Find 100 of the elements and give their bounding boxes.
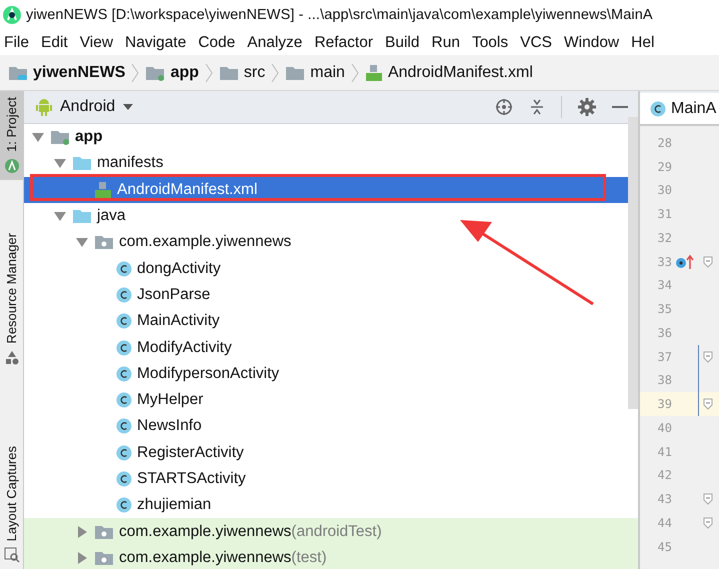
fold-marker-icon[interactable]	[703, 516, 713, 529]
manifest-file-icon	[364, 64, 383, 82]
menu-item[interactable]: View	[76, 34, 122, 52]
line-number: 43	[656, 492, 672, 506]
chevron-icon	[131, 62, 140, 82]
line-number: 39	[656, 397, 672, 412]
line-number: 37	[656, 350, 672, 364]
breadcrumb-item[interactable]: src	[218, 64, 266, 82]
window-title: yiwenNEWS [D:\workspace\yiwenNEWS] - ...\app\src\main\java\com\example\yiwennews\MainA	[26, 7, 653, 23]
class-icon	[116, 392, 132, 408]
menu-item[interactable]: Build	[381, 34, 428, 52]
class-icon	[650, 100, 666, 116]
locate-icon[interactable]	[495, 98, 513, 116]
folder-icon	[72, 155, 92, 172]
view-dropdown[interactable]: Android	[36, 98, 134, 116]
layout-inspector-icon	[4, 547, 20, 563]
class-icon	[116, 471, 132, 487]
package-icon	[94, 524, 114, 540]
tree-item[interactable]: ModifypersonActivity	[24, 360, 284, 387]
tree-item[interactable]: com.example.yiwennews	[24, 229, 296, 256]
class-icon	[116, 497, 132, 514]
android-icon	[4, 158, 20, 174]
package-icon	[94, 234, 114, 250]
class-icon	[116, 286, 132, 303]
tree-item[interactable]: java	[24, 202, 130, 230]
shapes-icon	[4, 350, 20, 366]
folder-icon	[285, 64, 306, 80]
breadcrumb-item[interactable]: app	[145, 64, 199, 82]
manifest-file-icon	[94, 180, 112, 199]
module-folder-icon	[50, 129, 70, 146]
expanded-arrow-icon[interactable]	[54, 157, 66, 170]
menu-item[interactable]: File	[0, 34, 37, 52]
android-icon	[36, 98, 52, 116]
caret-icon	[123, 104, 134, 110]
tree-item[interactable]: dongActivity	[24, 255, 225, 282]
menu-item[interactable]: Hel	[627, 34, 662, 52]
line-number: 34	[656, 278, 672, 292]
menu-item[interactable]: Run	[428, 34, 468, 52]
settings-icon[interactable]	[578, 98, 596, 116]
class-icon	[116, 444, 132, 461]
fold-marker-icon[interactable]	[703, 398, 713, 410]
breadcrumb-item[interactable]: yiwenNEWS	[8, 64, 126, 82]
tool-window-tab[interactable]: Layout Captures	[0, 440, 23, 569]
tree-item[interactable]: STARTSActivity	[24, 466, 250, 492]
chevron-icon	[204, 62, 213, 82]
menu-item[interactable]: Code	[194, 34, 244, 52]
line-number: 35	[656, 302, 672, 316]
folder-icon	[8, 64, 28, 80]
line-number: 45	[656, 540, 672, 554]
expanded-arrow-icon[interactable]	[76, 236, 88, 248]
scrollbar[interactable]	[628, 117, 638, 409]
fold-marker-icon[interactable]	[703, 256, 713, 268]
tree-item[interactable]: MyHelper	[24, 386, 208, 414]
tree-item[interactable]: NewsInfo	[24, 413, 206, 440]
tree-item[interactable]: ModifyActivity	[24, 334, 236, 361]
line-number: 44	[656, 516, 672, 530]
collapsed-arrow-icon[interactable]	[76, 552, 88, 564]
menu-item[interactable]: VCS	[516, 34, 560, 52]
chevron-icon	[350, 62, 359, 82]
line-number: 29	[656, 160, 672, 174]
line-number: 31	[656, 207, 672, 222]
line-number: 33	[656, 254, 672, 269]
tool-window-tab[interactable]: Resource Manager	[0, 227, 23, 372]
override-marker-icon[interactable]	[675, 254, 695, 270]
tree-item[interactable]: RegisterActivity	[24, 440, 248, 466]
line-number: 41	[656, 444, 672, 459]
line-number: 42	[656, 468, 672, 482]
breadcrumb-item[interactable]: main	[285, 64, 345, 82]
menu-item[interactable]: Window	[560, 34, 628, 52]
line-number: 28	[656, 136, 672, 150]
tree-item[interactable]: zhujiemian	[24, 492, 216, 518]
class-icon	[116, 366, 132, 382]
collapse-all-icon[interactable]	[529, 98, 545, 116]
folder-icon	[218, 64, 239, 80]
minimize-icon[interactable]	[612, 105, 628, 109]
menu-item[interactable]: Refactor	[310, 34, 382, 52]
package-icon	[94, 550, 114, 566]
menu-item[interactable]: Navigate	[121, 34, 194, 52]
fold-marker-icon[interactable]	[703, 493, 713, 506]
chevron-icon	[271, 62, 280, 82]
line-number: 38	[656, 373, 672, 388]
tree-item[interactable]: manifests	[24, 150, 168, 177]
menu-item[interactable]: Analyze	[243, 34, 310, 52]
class-icon	[116, 260, 132, 277]
folder-icon	[72, 208, 92, 224]
tool-window-tab[interactable]: 1: Project	[0, 91, 23, 180]
line-number: 30	[656, 183, 672, 198]
expanded-arrow-icon[interactable]	[32, 131, 44, 144]
tree-item[interactable]: app	[24, 124, 107, 150]
expanded-arrow-icon[interactable]	[54, 210, 66, 222]
tree-item[interactable]: JsonParse	[24, 282, 214, 308]
tree-item[interactable]: MainActivity	[24, 308, 224, 334]
editor-tab[interactable]: MainA	[640, 93, 719, 124]
breadcrumb-item[interactable]: AndroidManifest.xml	[364, 64, 533, 82]
menu-item[interactable]: Tools	[468, 34, 516, 52]
line-number: 40	[656, 420, 672, 435]
fold-marker-icon[interactable]	[703, 350, 713, 363]
menu-item[interactable]: Edit	[36, 34, 76, 52]
collapsed-arrow-icon[interactable]	[76, 526, 88, 538]
class-icon	[116, 313, 132, 330]
